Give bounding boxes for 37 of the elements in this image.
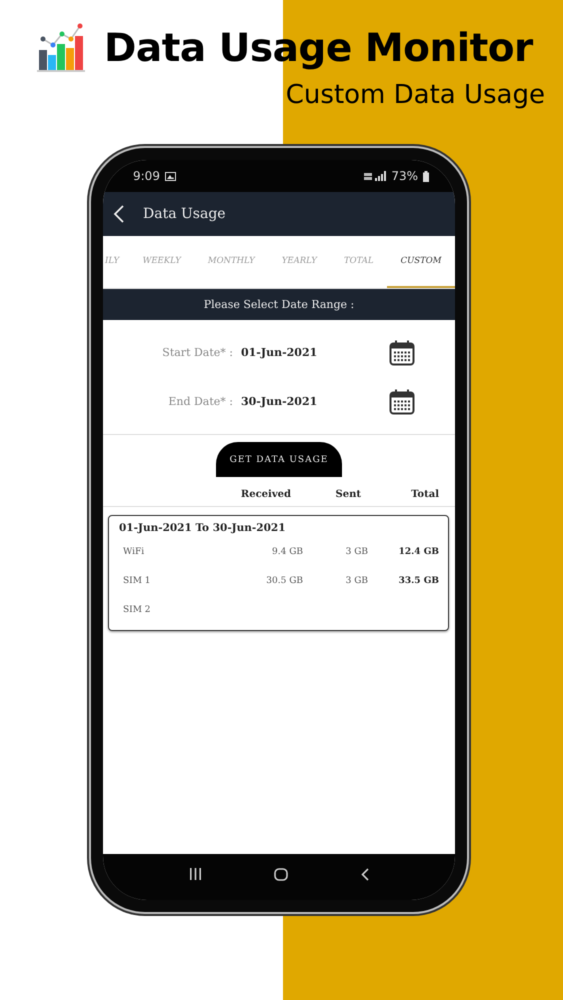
received-value: 30.5 GB bbox=[266, 576, 303, 586]
bar-chart-icon bbox=[36, 22, 86, 74]
column-header: Received bbox=[240, 489, 291, 500]
sent-value: 3 GB bbox=[346, 546, 368, 556]
status-time: 9:09 bbox=[133, 169, 160, 183]
battery-icon bbox=[423, 170, 429, 182]
battery-percent: 73% bbox=[391, 169, 418, 183]
period-tab[interactable]: TOTAL bbox=[330, 236, 388, 288]
home-icon[interactable] bbox=[274, 868, 288, 880]
date-value[interactable]: 30-Jun-2021 bbox=[241, 395, 389, 408]
date-label: End Date* : bbox=[167, 395, 233, 408]
signal-icon bbox=[364, 171, 386, 181]
back-icon[interactable] bbox=[360, 868, 369, 880]
screen-title: Data Usage bbox=[143, 206, 226, 222]
network-name: WiFi bbox=[123, 546, 146, 556]
network-name: SIM 2 bbox=[123, 604, 152, 614]
card-title: 01-Jun-2021 To 30-Jun-2021 bbox=[119, 522, 286, 534]
promo-subtitle: Custom Data Usage bbox=[284, 80, 545, 110]
total-value: 33.5 GB bbox=[398, 576, 439, 586]
network-name: SIM 1 bbox=[123, 576, 152, 586]
image-icon bbox=[164, 172, 176, 180]
get-data-usage-button[interactable]: GET DATA USAGE bbox=[216, 442, 342, 477]
section-banner: Please Select Date Range : bbox=[103, 289, 455, 320]
column-header: Total bbox=[410, 489, 439, 500]
period-tab[interactable]: MONTHLY bbox=[194, 236, 268, 288]
sent-value: 3 GB bbox=[346, 576, 368, 586]
calendar-icon[interactable] bbox=[389, 388, 415, 414]
date-value[interactable]: 01-Jun-2021 bbox=[241, 346, 389, 359]
date-label: Start Date* : bbox=[161, 346, 233, 359]
recent-apps-icon[interactable] bbox=[189, 868, 202, 880]
received-value: 9.4 GB bbox=[272, 546, 303, 556]
period-tab[interactable]: YEARLY bbox=[268, 236, 330, 288]
period-tab[interactable]: ILY bbox=[103, 236, 130, 288]
total-value: 12.4 GB bbox=[398, 546, 439, 556]
calendar-icon[interactable] bbox=[389, 340, 415, 366]
column-header: Sent bbox=[334, 489, 361, 500]
period-tab[interactable]: WEEKLY bbox=[129, 236, 194, 288]
